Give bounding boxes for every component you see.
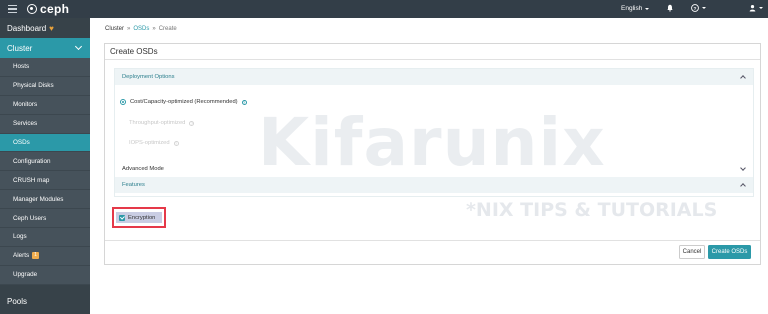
breadcrumb-create: Create [158,26,177,32]
help-menu-button[interactable]: ? [691,4,706,12]
language-label: English [621,5,643,12]
chevron-down-icon [74,42,83,51]
card-title: Create OSDs [105,44,760,60]
sidebar-item-label: Services [13,120,38,128]
svg-text:?: ? [694,6,697,12]
sidebar-item-alerts[interactable]: Alerts 1 [0,246,90,266]
deployment-options-panel: Deployment Options [114,68,754,168]
sidebar-item-label: OSDs [13,139,30,146]
encryption-checkbox[interactable]: Encryption [116,212,162,223]
alert-count-badge: 1 [32,252,39,260]
user-menu-button[interactable] [749,4,763,12]
breadcrumb-separator: » [152,26,156,32]
checkbox-checked-icon[interactable] [119,214,125,221]
bell-icon [667,4,673,12]
sidebar-item-label: Logs [13,233,27,241]
caret-down-icon [702,7,706,9]
chevron-down-icon [740,165,746,171]
sidebar-item-hosts[interactable]: Hosts [0,58,90,77]
deployment-options-label: Deployment Options [122,74,175,80]
ceph-logo-icon [27,4,37,14]
notifications-button[interactable] [666,4,674,12]
breadcrumb-separator: » [127,26,131,32]
sidebar-item-upgrade[interactable]: Upgrade [0,265,90,285]
sidebar-item-label: Hosts [13,63,30,71]
logo-text: ceph [40,2,70,16]
advanced-mode-header[interactable]: Advanced Mode [115,161,753,177]
option-label: IOPS-optimized [129,140,170,146]
advanced-mode-label: Advanced Mode [122,166,164,172]
features-header[interactable]: Features [115,177,753,193]
cancel-button[interactable]: Cancel [679,245,705,259]
radio-button-checked[interactable] [120,99,126,105]
create-osds-button[interactable]: Create OSDs [708,245,751,259]
sidebar-item-label: Physical Disks [13,82,54,90]
ceph-logo[interactable]: ceph [27,2,69,16]
card-footer: Cancel Create OSDs [105,240,760,264]
help-icon[interactable]: ? [189,120,195,126]
sidebar-item-label: Pools [7,296,28,306]
advanced-mode-panel: Advanced Mode Features [114,161,754,197]
option-cost-capacity[interactable]: Cost/Capacity-optimized (Recommended) ? [120,99,247,105]
sidebar: Dashboard ♥ Cluster Hosts Physical Disks… [0,18,90,314]
cluster-submenu: Hosts Physical Disks Monitors Services O… [0,58,90,285]
breadcrumb-cluster[interactable]: Cluster [105,26,124,32]
user-icon [749,4,756,12]
sidebar-item-crush-map[interactable]: CRUSH map [0,171,90,191]
top-navbar: ceph English ? [0,0,768,18]
option-label: Cost/Capacity-optimized (Recommended) [130,99,238,105]
help-icon[interactable]: ? [173,140,179,146]
sidebar-item-configuration[interactable]: Configuration [0,152,90,172]
sidebar-item-label: Configuration [13,157,51,165]
sidebar-item-physical-disks[interactable]: Physical Disks [0,76,90,96]
sidebar-item-logs[interactable]: Logs [0,228,90,247]
sidebar-item-services[interactable]: Services [0,114,90,134]
sidebar-item-label: Upgrade [13,271,38,279]
chevron-up-icon [740,183,746,189]
encryption-highlight-box: Encryption [112,207,166,228]
encryption-label: Encryption [128,214,156,221]
sidebar-item-pools[interactable]: Pools [0,290,90,312]
sidebar-item-label: Dashboard [7,23,47,33]
sidebar-item-manager-modules[interactable]: Manager Modules [0,190,90,210]
sidebar-item-label: Monitors [13,101,38,109]
features-label: Features [122,182,145,188]
sidebar-item-cluster[interactable]: Cluster [0,38,90,58]
language-selector[interactable]: English [621,5,650,12]
sidebar-item-label: Manager Modules [13,195,64,203]
sidebar-item-ceph-users[interactable]: Ceph Users [0,209,90,229]
breadcrumb: Cluster » OSDs » Create [105,26,177,32]
create-osds-card: Create OSDs Deployment Options Advanced … [104,43,761,265]
heart-icon: ♥ [49,23,54,33]
chevron-up-icon [740,75,746,81]
menu-toggle-icon[interactable] [8,5,17,14]
sidebar-item-label: CRUSH map [13,176,50,184]
caret-down-icon [645,7,650,10]
question-circle-icon: ? [691,4,699,12]
deployment-options-header[interactable]: Deployment Options [115,69,753,85]
sidebar-item-osds[interactable]: OSDs [0,133,90,153]
option-label: Throughput-optimized [129,120,186,126]
sidebar-item-label: Ceph Users [13,214,47,222]
sidebar-item-dashboard[interactable]: Dashboard ♥ [0,18,90,38]
caret-down-icon [759,7,763,9]
breadcrumb-osds[interactable]: OSDs [133,26,149,32]
sidebar-item-label: Alerts [13,252,30,260]
option-iops[interactable]: IOPS-optimized ? [129,140,179,146]
sidebar-item-label: Cluster [7,43,33,53]
help-icon[interactable]: ? [241,99,247,105]
sidebar-item-monitors[interactable]: Monitors [0,95,90,115]
option-throughput[interactable]: Throughput-optimized ? [129,120,195,126]
